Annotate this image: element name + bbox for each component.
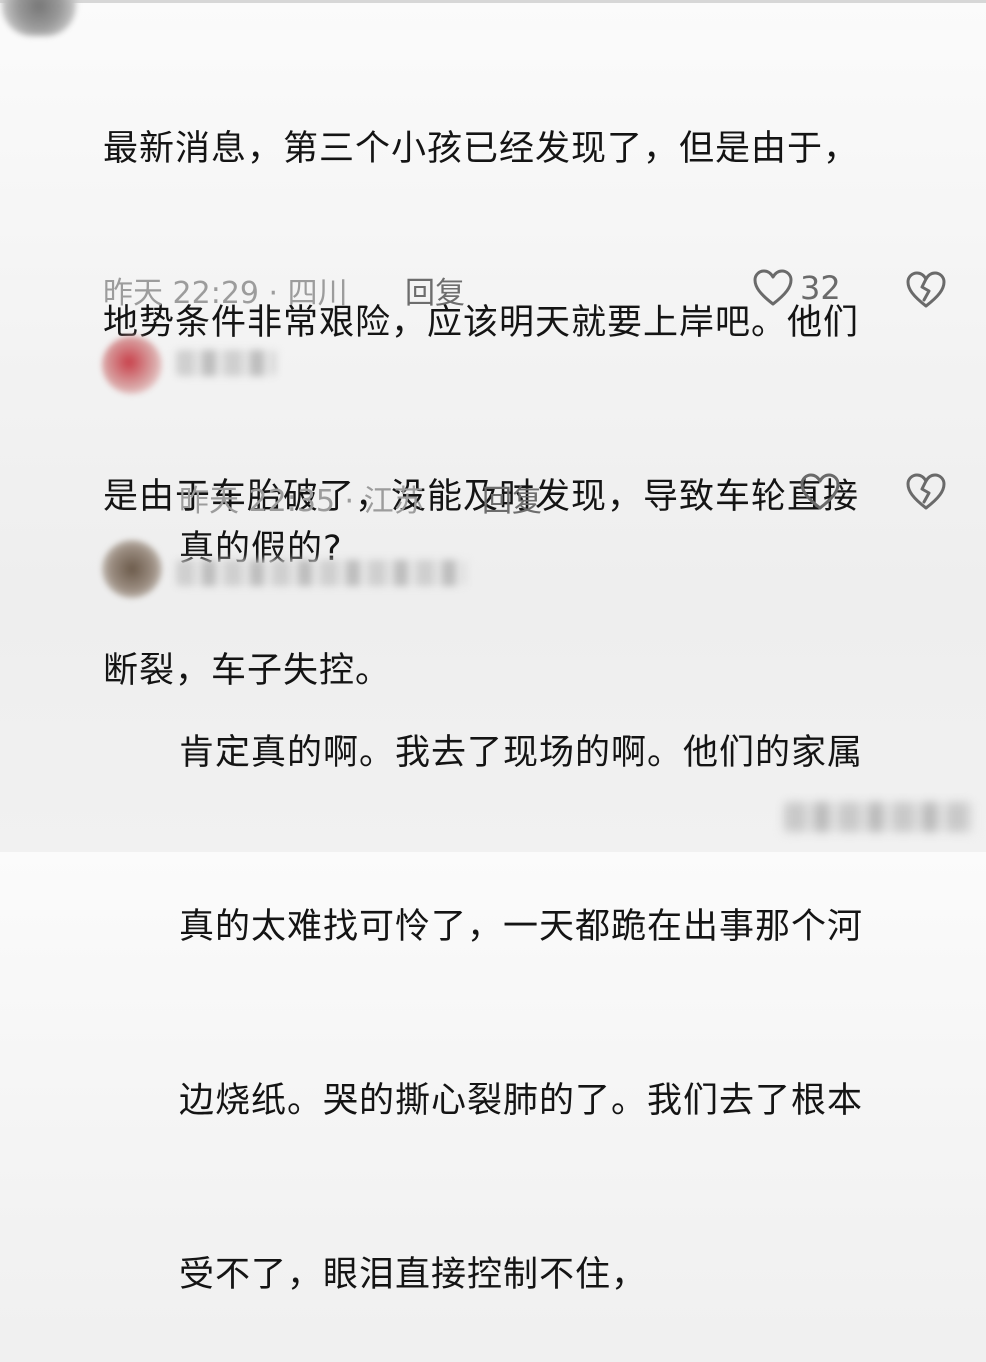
avatar[interactable] (102, 336, 162, 394)
like-count: 32 (800, 269, 841, 307)
comment-line: 真的太难找可怜了，一天都跪在出事那个河 (179, 907, 864, 947)
comment-meta: 昨天 22:29 · 四川 (103, 276, 348, 311)
like-button[interactable]: 32 (752, 268, 841, 308)
avatar[interactable] (102, 540, 162, 598)
like-button[interactable] (799, 472, 841, 512)
comment-line: 受不了，眼泪直接控制不住， (179, 1255, 648, 1295)
avatar[interactable] (2, 0, 76, 36)
comment-line: 肯定真的啊。我去了现场的啊。他们的家属 (179, 733, 864, 773)
broken-heart-icon (905, 472, 947, 512)
top-divider (0, 0, 986, 3)
dislike-button[interactable] (905, 472, 947, 512)
comment-body: 真的假的? (179, 404, 343, 636)
username[interactable] (176, 560, 466, 586)
dislike-button[interactable] (905, 270, 947, 310)
reply-button[interactable]: 回复 (482, 476, 542, 520)
username[interactable] (176, 350, 276, 376)
reply-button[interactable]: 回复 (405, 268, 465, 312)
heart-outline-icon (799, 472, 841, 512)
comment-body: 肯定真的啊。我去了现场的啊。他们的家属 真的太难找可怜了，一天都跪在出事那个河 … (179, 608, 863, 1362)
comment-line: 最新消息，第三个小孩已经发现了，但是由于， (103, 129, 860, 169)
comment-line: 边烧纸。哭的撕心裂肺的了。我们去了根本 (179, 1081, 864, 1121)
heart-outline-icon (752, 268, 794, 308)
watermark (784, 802, 974, 832)
comment-meta: 昨天 22:35 · 江苏 (179, 484, 424, 519)
broken-heart-icon (905, 270, 947, 310)
